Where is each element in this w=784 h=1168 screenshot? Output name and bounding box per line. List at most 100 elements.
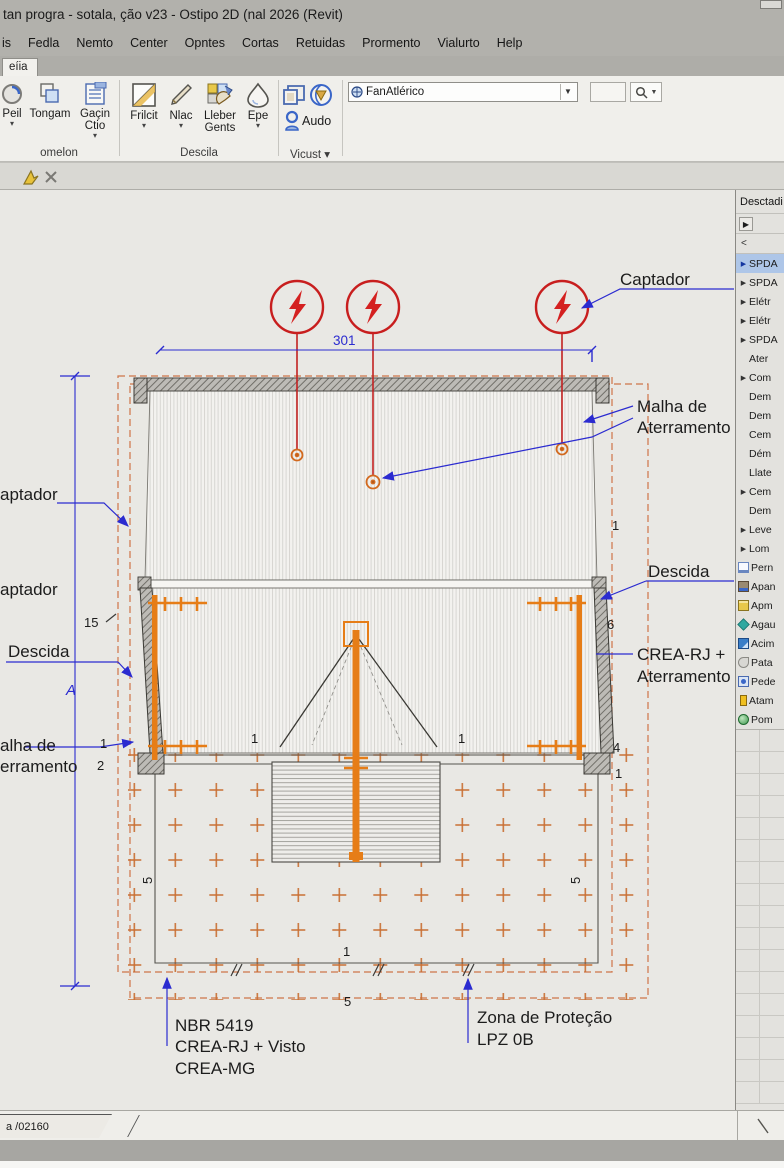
- printer-icon: [738, 581, 749, 592]
- browser-item[interactable]: Llate: [736, 463, 784, 482]
- cancel-x-icon[interactable]: [44, 170, 58, 184]
- browser-item[interactable]: ▶ SPDA: [736, 330, 784, 349]
- nlac-button[interactable]: Nlac ▾: [162, 82, 200, 130]
- property-row[interactable]: [736, 1038, 784, 1060]
- epe-button[interactable]: Epe ▾: [240, 82, 276, 130]
- browser-item[interactable]: ▶ Com: [736, 368, 784, 387]
- browser-item[interactable]: Dem: [736, 501, 784, 520]
- panel-nav-row: <: [736, 234, 784, 254]
- browser-item-label: Dem: [749, 409, 772, 422]
- browser-item[interactable]: Agau: [736, 615, 784, 634]
- search-combobox[interactable]: ▼: [348, 82, 578, 102]
- property-row[interactable]: [736, 884, 784, 906]
- lightning-symbol: [269, 279, 325, 335]
- expand-arrow-icon[interactable]: ▶: [738, 545, 749, 553]
- window-control-icon[interactable]: [760, 0, 782, 9]
- menu-item[interactable]: Center: [130, 30, 168, 56]
- property-row[interactable]: [736, 862, 784, 884]
- modify-flag-icon[interactable]: [22, 168, 40, 186]
- drawing-canvas[interactable]: 301 A Captador aptador aptador Descida a…: [0, 190, 784, 1110]
- lightning-symbol: [345, 279, 401, 335]
- menu-item[interactable]: Help: [497, 30, 523, 56]
- property-row[interactable]: [736, 1016, 784, 1038]
- window-panel-icon[interactable]: [282, 84, 306, 106]
- frilcit-button[interactable]: Frilcit ▾: [124, 82, 164, 130]
- browser-item-label: Dem: [749, 390, 772, 403]
- expand-arrow-icon[interactable]: ▶: [738, 488, 749, 496]
- card-icon: [738, 600, 749, 611]
- property-cell: [736, 862, 760, 883]
- lleber-button[interactable]: Lleber Gents: [198, 82, 242, 134]
- menu-item[interactable]: Vialurto: [438, 30, 480, 56]
- expand-arrow-icon[interactable]: ▶: [738, 526, 749, 534]
- menu-item[interactable]: Cortas: [242, 30, 279, 56]
- browser-item[interactable]: Dem: [736, 406, 784, 425]
- browser-item[interactable]: Pom: [736, 710, 784, 729]
- browser-item[interactable]: ▶ Leve: [736, 520, 784, 539]
- property-row[interactable]: [736, 1060, 784, 1082]
- browser-item[interactable]: Cem: [736, 425, 784, 444]
- property-cell: [760, 950, 784, 971]
- property-row[interactable]: [736, 730, 784, 752]
- property-row[interactable]: [736, 796, 784, 818]
- audo-button[interactable]: Audo: [302, 114, 342, 128]
- property-row[interactable]: [736, 774, 784, 796]
- expand-arrow-icon[interactable]: ▶: [738, 317, 749, 325]
- property-row[interactable]: [736, 818, 784, 840]
- browser-item[interactable]: ▶ Lom: [736, 539, 784, 558]
- browser-item[interactable]: Dém: [736, 444, 784, 463]
- ribbon-tab-active[interactable]: eíia: [2, 58, 38, 76]
- search-scope-box[interactable]: [590, 82, 626, 102]
- building-plan[interactable]: [133, 377, 615, 775]
- back-arrow-icon[interactable]: <: [739, 238, 747, 249]
- menu-item[interactable]: Nemto: [76, 30, 113, 56]
- browser-item[interactable]: ▶ Elétr: [736, 311, 784, 330]
- property-row[interactable]: [736, 1082, 784, 1104]
- search-button[interactable]: ▼: [630, 82, 662, 102]
- browser-item[interactable]: Acim: [736, 634, 784, 653]
- globe-icon[interactable]: [308, 82, 334, 108]
- property-row[interactable]: [736, 928, 784, 950]
- browser-item[interactable]: ▶ Elétr: [736, 292, 784, 311]
- forward-arrow-icon[interactable]: ▶: [739, 216, 753, 231]
- browser-item[interactable]: ▶ SPDA: [736, 273, 784, 292]
- property-row[interactable]: [736, 840, 784, 862]
- property-cell: [736, 840, 760, 861]
- menu-item[interactable]: is: [2, 30, 11, 56]
- menu-item[interactable]: Fedla: [28, 30, 59, 56]
- browser-item[interactable]: Pern: [736, 558, 784, 577]
- browser-item[interactable]: Apan: [736, 577, 784, 596]
- combo-dropdown-icon[interactable]: ▼: [560, 84, 575, 100]
- svg-text:1: 1: [251, 731, 258, 746]
- property-row[interactable]: [736, 972, 784, 994]
- gacin-button[interactable]: Gaçin Ctio ▾: [72, 82, 118, 140]
- property-row[interactable]: [736, 906, 784, 928]
- tongam-button[interactable]: Tongam: [26, 82, 74, 120]
- expand-arrow-icon[interactable]: ▶: [738, 298, 749, 306]
- expand-arrow-icon[interactable]: ▶: [738, 374, 749, 382]
- view-tab[interactable]: a /02160: [0, 1114, 112, 1138]
- property-row[interactable]: [736, 950, 784, 972]
- audo-person-icon[interactable]: [283, 110, 301, 132]
- menu-item[interactable]: Retuidas: [296, 30, 345, 56]
- browser-item[interactable]: Pata: [736, 653, 784, 672]
- property-row[interactable]: [736, 752, 784, 774]
- browser-item[interactable]: ▶ SPDA: [736, 254, 784, 273]
- ribbon-group-label[interactable]: Vicust ▾: [279, 147, 341, 161]
- expand-arrow-icon[interactable]: ▶: [738, 279, 749, 287]
- property-cell: [760, 774, 784, 795]
- property-row[interactable]: [736, 994, 784, 1016]
- browser-item[interactable]: Atam: [736, 691, 784, 710]
- browser-item[interactable]: Dem: [736, 387, 784, 406]
- search-input[interactable]: [366, 86, 560, 98]
- svg-text:1: 1: [343, 944, 350, 959]
- browser-item[interactable]: Pede: [736, 672, 784, 691]
- browser-item[interactable]: Ater: [736, 349, 784, 368]
- expand-arrow-icon[interactable]: ▶: [738, 336, 749, 344]
- browser-item[interactable]: ▶ Cem: [736, 482, 784, 501]
- menu-item[interactable]: Opntes: [185, 30, 225, 56]
- expand-arrow-icon[interactable]: ▶: [738, 260, 749, 268]
- menu-item[interactable]: Prormento: [362, 30, 420, 56]
- chevron-down-icon: ▾: [178, 121, 183, 130]
- browser-item[interactable]: Apm: [736, 596, 784, 615]
